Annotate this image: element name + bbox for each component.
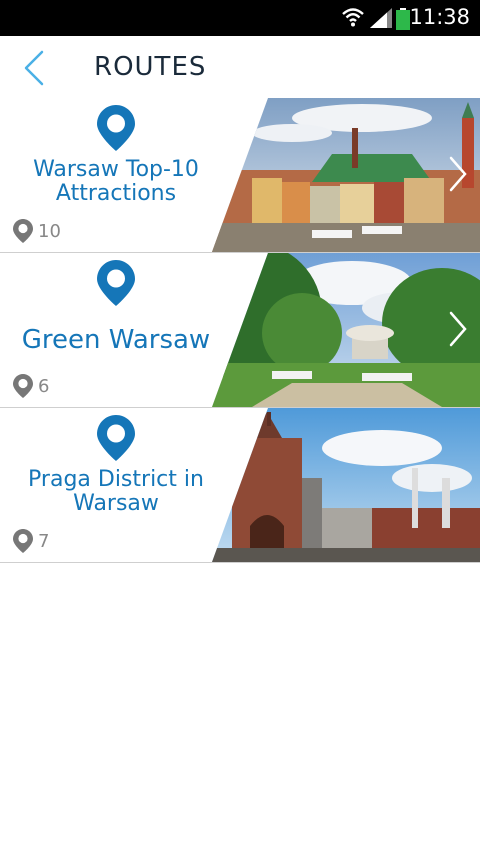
places-count-value: 10 (38, 221, 61, 242)
place-pin-icon (13, 374, 33, 398)
route-card-praga[interactable]: Praga District in Warsaw 7 (0, 408, 480, 563)
route-title: Praga District in Warsaw (28, 467, 204, 516)
map-pin-icon (97, 260, 135, 306)
places-count-value: 6 (38, 376, 50, 397)
battery-icon (396, 8, 410, 30)
status-bar: 11:38 (0, 0, 480, 36)
place-pin-icon (13, 529, 33, 553)
back-arrow-icon[interactable] (14, 46, 58, 90)
route-info: Praga District in Warsaw 7 (0, 408, 232, 562)
route-card-green[interactable]: Green Warsaw 6 (0, 253, 480, 408)
route-info: Green Warsaw 6 (0, 253, 232, 407)
clock: 11:38 (409, 5, 470, 29)
route-photo-praga (212, 408, 480, 562)
page-title: ROUTES (94, 52, 207, 82)
chevron-right-icon[interactable] (446, 154, 470, 194)
app-bar: ROUTES (0, 36, 480, 98)
place-pin-icon (13, 219, 33, 243)
map-pin-icon (97, 415, 135, 461)
wifi-icon (342, 8, 364, 27)
route-title: Warsaw Top-10 Attractions (33, 157, 199, 206)
route-photo-old-town (212, 98, 480, 252)
route-title: Green Warsaw (21, 325, 211, 355)
route-info: Warsaw Top-10 Attractions 10 (0, 98, 232, 252)
places-count-value: 7 (38, 531, 50, 552)
route-card-top10[interactable]: Warsaw Top-10 Attractions 10 (0, 98, 480, 253)
map-pin-icon (97, 105, 135, 151)
chevron-right-icon[interactable] (446, 309, 470, 349)
route-photo-park (212, 253, 480, 407)
signal-icon (370, 8, 392, 28)
